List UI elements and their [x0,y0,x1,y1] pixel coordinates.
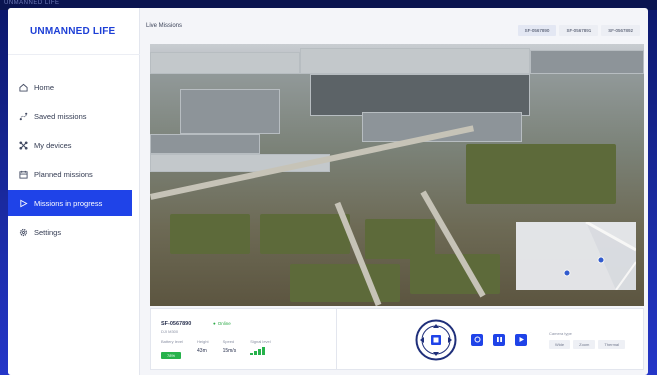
device-info: SF-0567890 Online DJI M300 Battery level… [151,309,337,369]
garden [290,264,400,302]
sidebar-item-planned-missions[interactable]: Planned missions [8,161,140,187]
sidebar-item-saved-missions[interactable]: Saved missions [8,103,140,129]
stat-value: 43m [197,348,207,354]
building [530,50,644,74]
stat-speed: Speed 15m/s [223,339,237,362]
tab-device-2[interactable]: SF-0567891 [559,25,599,36]
device-stats: Battery level 78% Height 43m Speed 15m/s… [161,339,271,362]
building [300,48,530,74]
camera-option-thermal[interactable]: Thermal [598,340,626,349]
app-window: UNMANNED LIFE Home Saved missions My dev… [8,8,648,375]
garden [260,214,350,254]
garden [365,219,435,259]
top-bar-text: UNMANNED LIFE [4,0,60,6]
sidebar-item-label: Planned missions [34,169,93,179]
camera-option-zoom[interactable]: Zoom [573,340,596,349]
sidebar-item-home[interactable]: Home [8,74,140,100]
drone-marker [563,269,571,277]
building [180,89,280,134]
sidebar-item-missions-in-progress[interactable]: Missions in progress [8,190,132,216]
building [150,134,260,154]
tab-device-1[interactable]: SF-0567890 [517,25,557,36]
minimap[interactable] [516,222,636,290]
main-content: Live Missions SF-0567890 SF-0567891 SF-0… [140,8,648,375]
control-panel: SF-0567890 Online DJI M300 Battery level… [150,308,644,370]
sidebar-item-settings[interactable]: Settings [8,219,140,245]
stat-label: Battery level [161,339,184,344]
mission-controls [471,334,527,346]
play-button[interactable] [515,334,527,346]
stat-battery: Battery level 78% [161,339,183,362]
sidebar-item-label: Home [34,82,55,92]
device-model: DJI M300 [161,329,179,334]
route-icon [18,111,28,121]
calendar-icon [18,169,28,179]
sidebar-item-label: My devices [34,140,72,150]
camera-options: Wide Zoom Thermal [549,340,626,349]
signal-icon [250,347,270,355]
sidebar-item-label: Saved missions [34,111,87,121]
sidebar-item-my-devices[interactable]: My devices [8,132,140,158]
home-icon [18,82,28,92]
garden [410,254,500,294]
record-button[interactable] [471,334,483,346]
device-id: SF-0567890 [161,321,192,327]
stat-height: Height 43m [197,339,209,362]
stat-label: Signal level [250,339,271,344]
sidebar-item-label: Settings [34,227,62,237]
direction-pad[interactable] [415,319,457,361]
building [310,74,530,116]
garden [170,214,250,254]
drone-icon [18,140,28,150]
park [466,144,616,204]
page-title: Live Missions [146,23,183,29]
stat-signal: Signal level [250,339,271,362]
pause-button[interactable] [493,334,505,346]
stat-label: Height [197,339,209,344]
building [150,52,300,74]
tab-device-3[interactable]: SF-0567892 [601,25,640,36]
record-icon [474,336,481,345]
stat-label: Speed [222,339,235,344]
camera-option-wide[interactable]: Wide [549,340,571,349]
sidebar: UNMANNED LIFE Home Saved missions My dev… [8,8,140,375]
device-tabs: SF-0567890 SF-0567891 SF-0567892 [517,25,640,36]
battery-badge: 78% [161,352,182,359]
play-icon [518,336,525,345]
pause-icon [496,336,503,345]
play-icon [18,198,28,208]
camera-type: Camera type Wide Zoom Thermal [549,331,626,349]
status-badge: Online [213,321,231,326]
divider [8,54,140,55]
live-video-feed[interactable] [150,44,644,306]
gear-icon [18,227,28,237]
sidebar-item-label: Missions in progress [34,198,103,208]
camera-type-label: Camera type [549,331,572,336]
sidebar-nav: Home Saved missions My devices Planned m… [8,74,140,248]
brand-logo: UNMANNED LIFE [30,26,116,37]
stat-value: 15m/s [222,348,237,354]
home-marker [597,256,605,264]
